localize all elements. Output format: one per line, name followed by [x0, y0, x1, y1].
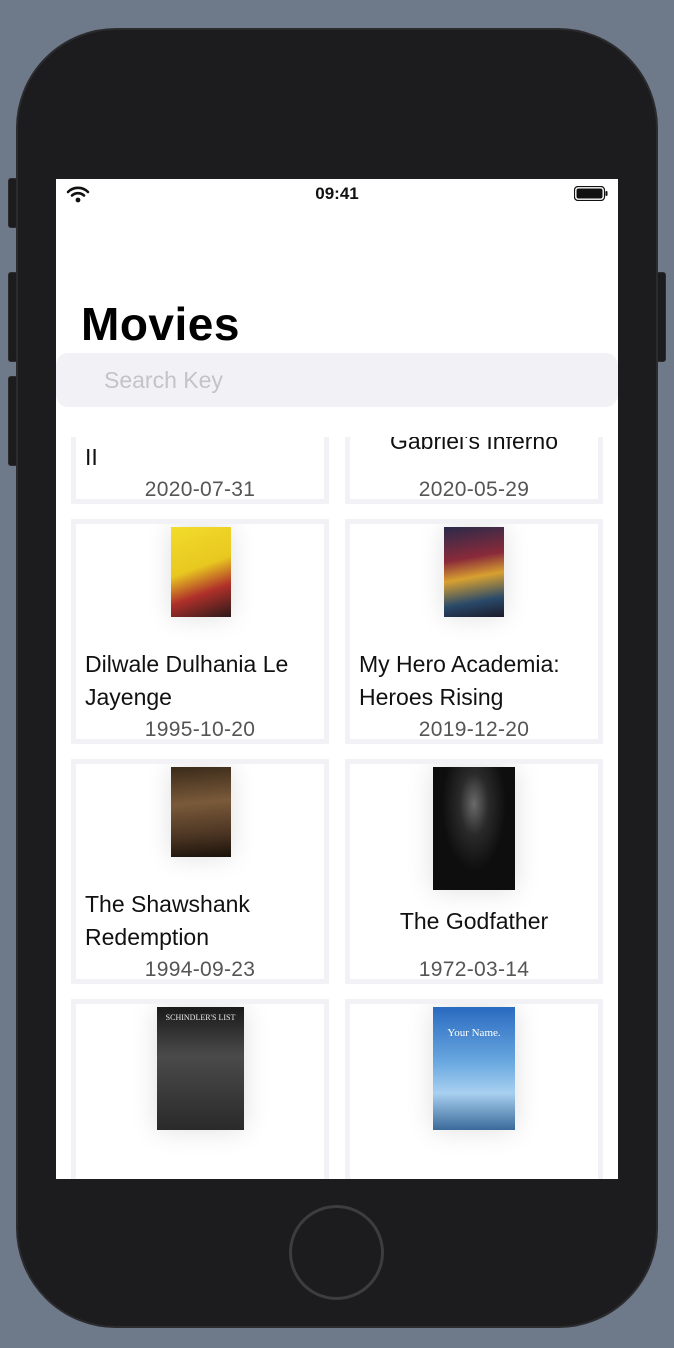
movie-grid[interactable]: Gabriel's Inferno Part II 2020-07-31 Gab…	[56, 437, 618, 1179]
page-title: Movies	[81, 298, 240, 350]
status-bar: 09:41	[56, 179, 618, 209]
status-time: 09:41	[315, 184, 359, 203]
movie-card[interactable]: SCHINDLER'S LIST	[71, 999, 329, 1179]
movie-poster-title: Your Name.	[447, 1027, 501, 1039]
movie-release-date: 2019-12-20	[418, 718, 530, 741]
movie-title: My Hero Academia: Heroes Rising	[359, 651, 560, 710]
movie-poster-title: SCHINDLER'S LIST	[165, 1013, 236, 1022]
movie-title: The Shawshank Redemption	[85, 891, 250, 950]
movie-poster	[171, 767, 231, 857]
battery-icon	[574, 186, 608, 201]
movie-card[interactable]: The Godfather 1972-03-14	[345, 759, 603, 984]
movie-release-date: 1994-09-23	[144, 958, 256, 981]
movie-poster: Your Name.	[433, 1007, 515, 1130]
movie-release-date: 1972-03-14	[418, 958, 530, 981]
movie-title: Gabriel's Inferno Part II	[85, 444, 98, 470]
movie-title: Gabriel's Inferno	[389, 437, 559, 454]
movie-title: Dilwale Dulhania Le Jayenge	[85, 651, 289, 710]
movie-card[interactable]: Dilwale Dulhania Le Jayenge 1995-10-20	[71, 519, 329, 744]
movie-poster	[433, 767, 515, 890]
movie-release-date: 1995-10-20	[144, 718, 256, 741]
movie-card[interactable]: Gabriel's Inferno Part II 2020-07-31	[71, 437, 329, 504]
movie-card[interactable]: My Hero Academia: Heroes Rising 2019-12-…	[345, 519, 603, 744]
movie-card[interactable]: Your Name.	[345, 999, 603, 1179]
movie-card[interactable]: The Shawshank Redemption 1994-09-23	[71, 759, 329, 984]
movie-poster: SCHINDLER'S LIST	[157, 1007, 244, 1130]
movie-release-date: 2020-05-29	[418, 478, 530, 501]
movie-poster	[171, 527, 231, 617]
movie-title: The Godfather	[399, 907, 549, 934]
movie-release-date: 2020-07-31	[144, 478, 256, 501]
movie-card[interactable]: Gabriel's Inferno 2020-05-29	[345, 437, 603, 504]
app-screen: 09:41 Movies Gabriel's Inferno Part II 2…	[56, 179, 618, 1179]
search-bar[interactable]	[56, 353, 618, 407]
movie-poster	[444, 527, 504, 617]
home-button[interactable]	[289, 1205, 384, 1300]
search-input[interactable]	[104, 365, 584, 395]
